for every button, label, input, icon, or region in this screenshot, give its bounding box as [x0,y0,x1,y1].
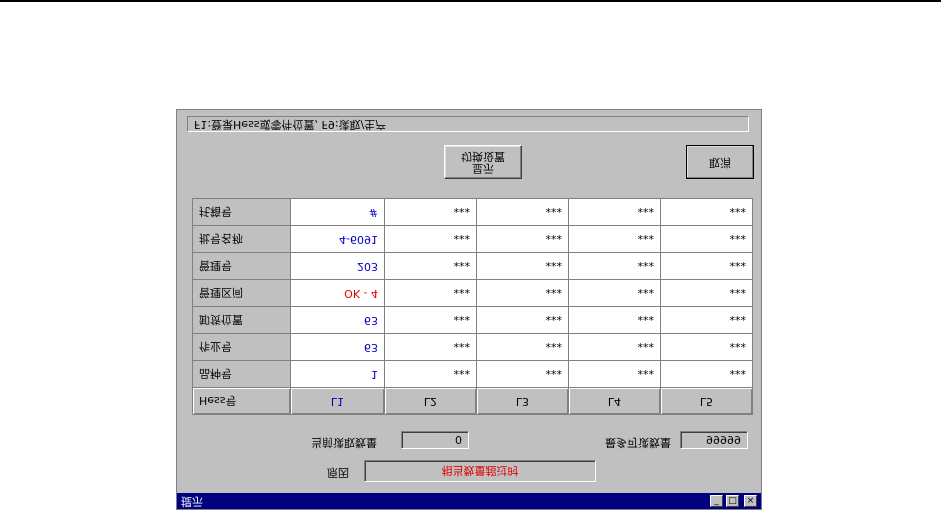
table-row: 管理区间 OK - 4 *** *** *** *** [192,279,753,307]
column-header[interactable]: L5 [660,387,753,415]
row-cell: *** [384,306,477,334]
cancel-button[interactable]: 取消 [686,145,754,179]
row-cell: *** [476,333,569,361]
row-current-value: 4-6091 [290,225,385,253]
row-cell: *** [384,360,477,388]
column-header[interactable]: L3 [476,387,569,415]
row-cell: *** [568,333,661,361]
row-cell: *** [660,252,753,280]
row-cell: *** [384,252,477,280]
row-cell: *** [568,360,661,388]
max-count-label: 最多可读数量 [605,436,671,449]
status-text: F1:登录Hess或零件位置, F9:读取/生产 [194,118,387,131]
row-cell: *** [384,333,477,361]
row-cell: *** [384,198,477,226]
row-cell: *** [476,360,569,388]
row-current-value: 63 [290,333,385,361]
row-cell: *** [660,306,753,334]
table-header-row: Hess号 L1 L2 L3 L4 L5 [192,387,753,415]
row-label: 管理号 [192,252,291,280]
row-cell: *** [568,306,661,334]
row-label: 批号名称 [192,225,291,253]
set-display-label: 显示 切换设置 [461,150,505,175]
row-current-value: # [290,198,385,226]
row-cell: *** [660,198,753,226]
row-cell: *** [660,225,753,253]
row-cell: *** [568,279,661,307]
cancel-label: 取消 [709,156,731,169]
table-row: 品种号 1 *** *** *** *** [192,360,753,388]
table-row: 作业号 63 *** *** *** *** [192,333,753,361]
row-cell: *** [476,306,569,334]
header-label: Hess号 [192,387,291,415]
table-row: 卸货位置 63 *** *** *** *** [192,306,753,334]
minimize-icon[interactable]: _ [710,495,723,507]
row-cell: *** [476,198,569,226]
reason-field: 相当数量超过时 [364,460,596,482]
row-cell: *** [384,225,477,253]
maximize-icon[interactable]: □ [726,495,739,507]
row-cell: *** [476,279,569,307]
row-current-value: 1 [290,360,385,388]
reason-label: 原因 [327,466,349,479]
column-header[interactable]: L4 [568,387,661,415]
data-grid: 托箱号 # *** *** *** *** 批号名称 4-6091 *** *** *** *** 管理… [192,198,753,415]
row-cell: *** [568,252,661,280]
row-label: 托箱号 [192,198,291,226]
table-row: 批号名称 4-6091 *** *** *** *** [192,225,753,253]
table-row: 管理号 203 *** *** *** *** [192,252,753,280]
row-label: 管理区间 [192,279,291,307]
dialog-window: F1:登录Hess或零件位置, F9:读取/生产 显示 切换设置 取消 托箱号 #… [176,109,762,510]
table-row: 托箱号 # *** *** *** *** [192,198,753,226]
row-current-value: 63 [290,306,385,334]
row-cell: *** [568,225,661,253]
max-count-field: 99999 [680,431,748,449]
row-label: 品种号 [192,360,291,388]
row-label: 作业号 [192,333,291,361]
row-cell: *** [384,279,477,307]
row-current-value: 203 [290,252,385,280]
row-cell: *** [476,252,569,280]
column-header[interactable]: L1 [290,387,385,415]
title-bar: 提示 _ □ × [177,493,761,509]
row-cell: *** [660,360,753,388]
current-count-label: 当前读取数量 [311,436,377,449]
current-count-field: 0 [401,431,469,449]
row-cell: *** [568,198,661,226]
window-title: 提示 [181,495,203,508]
row-label: 卸货位置 [192,306,291,334]
status-bar: F1:登录Hess或零件位置, F9:读取/生产 [187,116,749,132]
column-header[interactable]: L2 [384,387,477,415]
row-cell: *** [476,225,569,253]
row-cell: *** [660,333,753,361]
close-icon[interactable]: × [744,495,757,507]
row-cell: *** [660,279,753,307]
row-current-value: OK - 4 [290,279,385,307]
page-top-rule [0,0,941,2]
set-display-button[interactable]: 显示 切换设置 [444,145,522,179]
